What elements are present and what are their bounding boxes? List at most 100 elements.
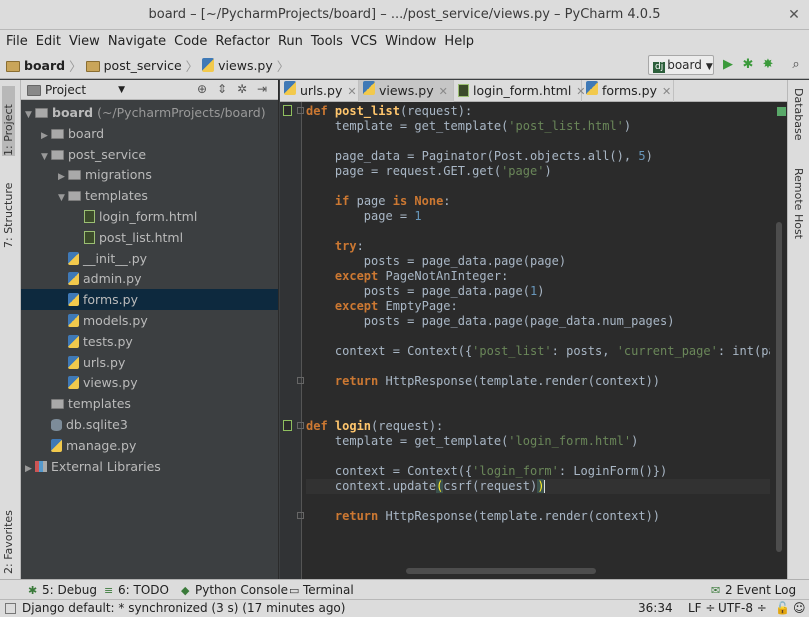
menu-tools[interactable]: Tools — [309, 34, 349, 49]
menu-vcs[interactable]: VCS — [349, 34, 383, 49]
tab-favorites[interactable]: 2: Favorites — [2, 500, 15, 574]
terminal-button[interactable]: ▭ Terminal — [289, 582, 354, 599]
editor-tab-login-form[interactable]: login_form.html ✕ — [454, 80, 586, 102]
tree-item[interactable]: urls.py — [21, 352, 278, 373]
close-tab-icon[interactable]: ✕ — [347, 85, 356, 98]
collapsed-arrow-icon[interactable]: ▶ — [25, 459, 35, 480]
code-token: 'page' — [501, 164, 545, 178]
code-token: 'login_form.html' — [508, 434, 632, 448]
scroll-from-source-icon[interactable]: ⊕ — [192, 82, 212, 96]
editor-tab-views[interactable]: views.py ✕ — [359, 80, 454, 102]
tree-item[interactable]: templates — [21, 393, 278, 414]
menu-navigate[interactable]: Navigate — [106, 34, 172, 49]
tree-item[interactable]: login_form.html — [21, 206, 278, 227]
editor-horizontal-scrollbar[interactable] — [306, 568, 786, 576]
menu-refactor[interactable]: Refactor — [213, 34, 276, 49]
breadcrumb-package[interactable]: post_service — [104, 58, 182, 73]
code-editor[interactable]: def post_list(request): template = get_t… — [280, 102, 787, 579]
tree-item[interactable]: ▶ board — [21, 123, 278, 144]
editor-vertical-scrollbar[interactable] — [770, 102, 787, 579]
code-line[interactable]: page = request.GET.get('page') — [306, 164, 552, 179]
code-line[interactable]: template = get_template('login_form.html… — [306, 434, 638, 449]
code-line[interactable]: posts = page_data.page(page) — [306, 254, 566, 269]
code-line[interactable]: if page is None: — [306, 194, 451, 209]
code-line[interactable]: context = Context({'post_list': posts, '… — [306, 344, 787, 359]
tree-item[interactable]: admin.py — [21, 268, 278, 289]
run-configuration-select[interactable]: dj board ▼ — [648, 55, 714, 75]
code-line[interactable]: return HttpResponse(template.render(cont… — [306, 374, 660, 389]
tree-item[interactable]: ▶ migrations — [21, 164, 278, 185]
code-line[interactable]: page_data = Paginator(Post.objects.all()… — [306, 149, 653, 164]
debug-icon[interactable]: ✱ — [738, 56, 758, 74]
menu-file[interactable]: File — [4, 34, 34, 49]
tree-item[interactable]: db.sqlite3 — [21, 414, 278, 435]
breadcrumb-project[interactable]: board — [24, 58, 65, 73]
line-separator[interactable]: LF ÷ — [688, 601, 715, 615]
breadcrumb-file[interactable]: views.py — [218, 58, 273, 73]
code-area[interactable]: def post_list(request): template = get_t… — [280, 102, 787, 579]
tree-item[interactable]: models.py — [21, 310, 278, 331]
close-window-icon[interactable]: ✕ — [785, 6, 803, 24]
python-file-icon — [68, 355, 79, 369]
run-icon[interactable]: ▶ — [718, 56, 738, 74]
todo-tool-button[interactable]: ≡ 6: TODO — [104, 582, 169, 599]
code-token: ) — [537, 479, 545, 493]
tab-structure[interactable]: 7: Structure — [2, 172, 15, 248]
gear-icon[interactable]: ✲ — [232, 82, 252, 96]
tool-windows-toggle-icon[interactable] — [5, 603, 16, 614]
code-line[interactable]: page = 1 — [306, 209, 422, 224]
lock-icon[interactable]: 🔓 — [775, 601, 790, 615]
code-line[interactable]: except EmptyPage: — [306, 299, 458, 314]
tab-project[interactable]: 1: Project — [2, 86, 15, 156]
menu-run[interactable]: Run — [276, 34, 309, 49]
menu-view[interactable]: View — [67, 34, 106, 49]
tree-item[interactable]: manage.py — [21, 435, 278, 456]
code-line[interactable]: posts = page_data.page(1) — [306, 284, 545, 299]
debug-tool-button[interactable]: ✱ 5: Debug — [28, 582, 97, 599]
tree-item[interactable]: ▼ templates — [21, 185, 278, 206]
project-view-selector[interactable]: Project — [45, 83, 86, 97]
menu-edit[interactable]: Edit — [34, 34, 67, 49]
code-line[interactable]: except PageNotAnInteger: — [306, 269, 508, 284]
tree-item-label: admin.py — [83, 271, 142, 287]
code-line[interactable]: try: — [306, 239, 364, 254]
menu-window[interactable]: Window — [383, 34, 442, 49]
close-tab-icon[interactable]: ✕ — [662, 85, 671, 98]
code-line[interactable]: def post_list(request): — [306, 104, 472, 119]
inspector-icon[interactable]: ☺ — [793, 601, 806, 615]
caret-position[interactable]: 36:34 — [638, 601, 673, 615]
code-line[interactable]: def login(request): — [306, 419, 443, 434]
tree-item[interactable]: forms.py — [21, 289, 278, 311]
tree-item[interactable]: views.py — [21, 372, 278, 393]
code-line[interactable]: return HttpResponse(template.render(cont… — [306, 509, 660, 524]
code-line[interactable]: posts = page_data.page(page_data.num_pag… — [306, 314, 675, 329]
tree-item[interactable]: ▶ External Libraries — [21, 456, 278, 477]
tree-item[interactable]: post_list.html — [21, 227, 278, 248]
tree-item[interactable]: ▼ post_service — [21, 144, 278, 165]
tab-remote-host[interactable]: Remote Host — [792, 168, 805, 239]
python-console-button[interactable]: ◆ Python Console — [181, 582, 288, 599]
code-line[interactable]: context = Context({'login_form': LoginFo… — [306, 464, 667, 479]
file-encoding[interactable]: UTF-8 ÷ — [718, 601, 767, 615]
editor-tab-urls[interactable]: urls.py ✕ — [280, 80, 359, 102]
html-file-icon — [458, 84, 469, 97]
search-everywhere-icon[interactable]: ⌕ — [786, 56, 806, 74]
tree-item[interactable]: __init__.py — [21, 248, 278, 269]
tree-item[interactable]: tests.py — [21, 331, 278, 352]
code-line[interactable]: template = get_template('post_list.html'… — [306, 119, 631, 134]
hide-panel-icon[interactable]: ⇥ — [252, 82, 272, 96]
menu-help[interactable]: Help — [442, 34, 480, 49]
event-log-button[interactable]: ✉ 2 Event Log — [711, 582, 796, 599]
menu-code[interactable]: Code — [172, 34, 213, 49]
code-token: HttpResponse(template.render(context)) — [385, 509, 661, 523]
code-line[interactable]: context.update(csrf(request)) — [306, 479, 770, 494]
tab-database[interactable]: Database — [792, 88, 805, 141]
tree-item[interactable]: ▼ board (~/PycharmProjects/board) — [21, 102, 278, 123]
close-tab-icon[interactable]: ✕ — [439, 85, 448, 98]
chevron-down-icon[interactable]: ▼ — [118, 85, 125, 95]
tab-project-label: 1: Project — [2, 104, 15, 156]
coverage-icon[interactable]: ✸ — [758, 56, 778, 74]
collapse-all-icon[interactable]: ⇕ — [212, 82, 232, 96]
editor-tab-forms[interactable]: forms.py ✕ — [582, 80, 674, 102]
